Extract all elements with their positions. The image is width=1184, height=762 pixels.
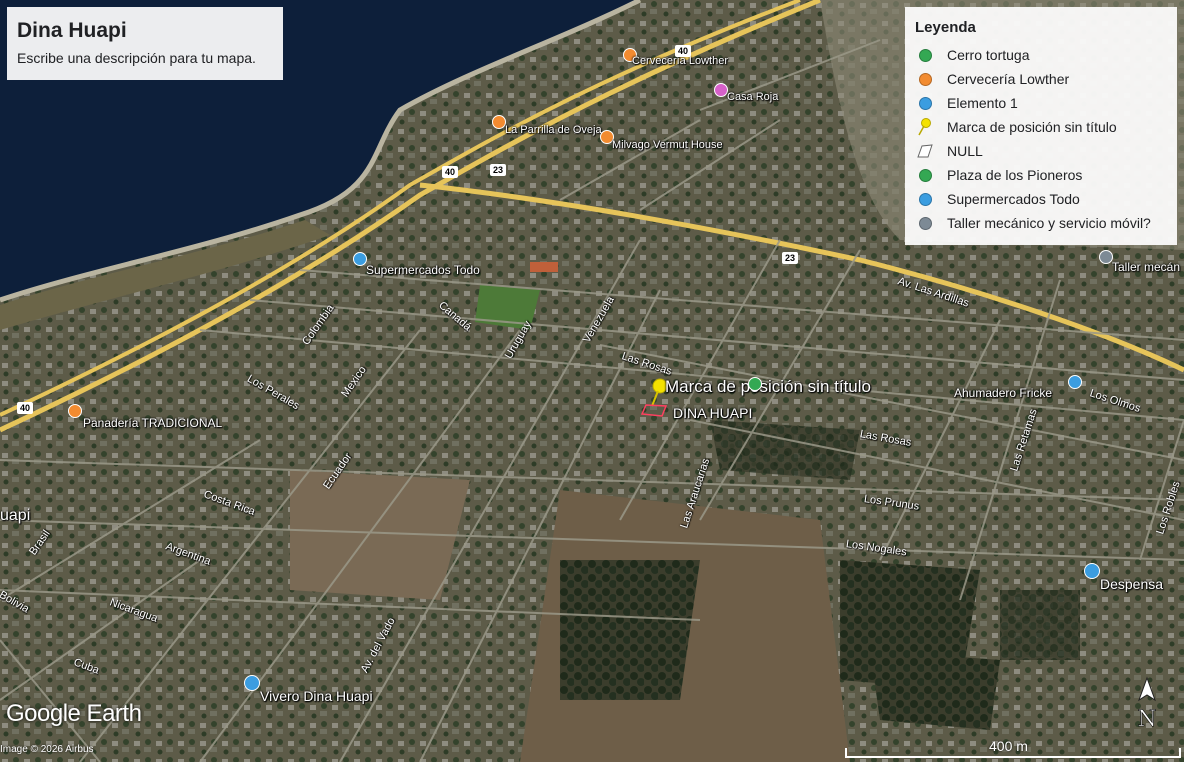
taller-marker[interactable] [1099,250,1113,264]
map-title: Dina Huapi [17,19,127,42]
supermercados-marker[interactable] [353,252,367,266]
legend-item-taller[interactable]: Taller mecánico y servicio móvil? [915,211,1167,235]
panaderia-marker[interactable] [68,404,82,418]
legend-item-marca[interactable]: Marca de posición sin título [915,115,1167,139]
despensa-marker[interactable] [1084,563,1100,579]
green-pin-icon [915,165,935,185]
edge-place-label: uapi [0,507,31,524]
legend-panel: Leyenda Cerro tortuga Cervecería Lowther… [905,7,1177,245]
route-40-shield: 40 [17,402,33,414]
route-23-shield: 23 [782,252,798,264]
map-description[interactable]: Escribe una descripción para tu mapa. [17,50,273,66]
casa-roja-marker[interactable] [714,83,728,97]
taller-label: Taller mecán [1112,260,1181,274]
ahumadero-label: Ahumadero Fricke [954,386,1053,400]
blue-pin-icon [915,93,935,113]
legend-item-cerveceria-lowther[interactable]: Cervecería Lowther [915,67,1167,91]
marca-label: Marca de posición sin título [665,377,871,396]
vivero-marker[interactable] [244,675,260,691]
legend-item-supermercados[interactable]: Supermercados Todo [915,187,1167,211]
vivero-label: Vivero Dina Huapi [260,688,373,704]
image-copyright: Image © 2026 Airbus [0,744,94,755]
polygon-marker[interactable] [640,402,668,418]
orange-pin-icon [915,69,935,89]
dina-huapi-label: DINA HUAPI [673,405,753,421]
legend-item-plaza[interactable]: Plaza de los Pioneros [915,163,1167,187]
legend-item-elemento-1[interactable]: Elemento 1 [915,91,1167,115]
yellow-pushpin-icon [915,117,935,137]
legend-item-cerro-tortuga[interactable]: Cerro tortuga [915,43,1167,67]
google-earth-logo: Google Earth [6,700,142,727]
casa-roja-label: Casa Roja [727,91,779,103]
vermu-label: Milvago Vermut House [612,139,723,151]
route-40-shield: 40 [675,45,691,57]
scale-bar: 400 m [845,738,1181,758]
route-23-shield: 23 [490,164,506,176]
ahumadero-marker[interactable] [1068,375,1082,389]
green-pin-icon [915,45,935,65]
polygon-icon [915,141,935,161]
map-title-card[interactable]: Dina Huapi Escribe una descripción para … [7,7,283,80]
compass-letter: N [1137,707,1156,732]
supermercados-label: Supermercados Todo [366,263,480,277]
parrilla-label: La Parrilla de Oveja [505,124,602,136]
legend-title: Leyenda [915,19,976,36]
plaza-marker[interactable] [748,377,762,391]
despensa-label: Despensa [1100,576,1164,592]
scale-label: 400 m [989,738,1028,754]
legend-item-null[interactable]: NULL [915,139,1167,163]
parrilla-marker[interactable] [492,115,506,129]
north-arrow-icon[interactable]: N [1134,676,1160,732]
blue-pin-icon [915,189,935,209]
route-40-shield: 40 [442,166,458,178]
panaderia-label: Panadería TRADICIONAL [83,416,223,430]
gray-pin-icon [915,213,935,233]
